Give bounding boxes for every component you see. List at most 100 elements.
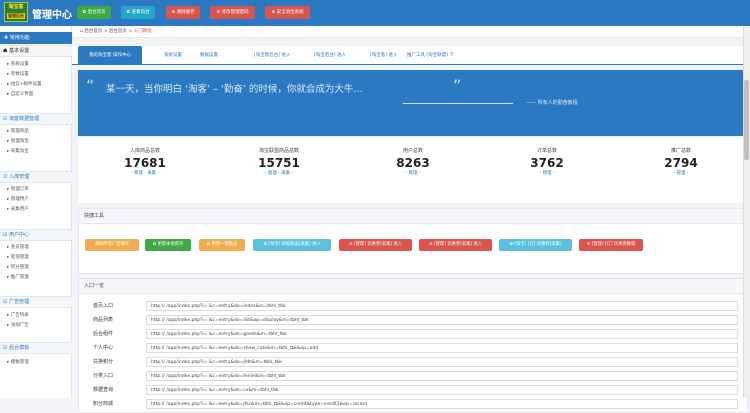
entry-url-field[interactable]: http:// /app/index.php?i= &c=entry&do=li…: [146, 315, 738, 325]
entry-row: 首页入口 http:// /app/index.php?i= &c=entry&d…: [79, 299, 747, 313]
entry-url-field[interactable]: http:// /app/index.php?i= &c=entry&do=go…: [146, 329, 738, 339]
logo-line1: 淘宝客: [8, 4, 24, 10]
sidebar-item[interactable]: ▸ 积分管理: [0, 263, 72, 273]
breadcrumb-middle[interactable]: 后台首页: [109, 29, 127, 34]
sidebar-group-basic[interactable]: ☗ 基本设置: [0, 45, 72, 57]
change-password-button[interactable]: ⊗ 修改管理密码: [210, 6, 255, 19]
stat-link[interactable]: - 管理 · 采集 -: [212, 170, 346, 177]
sidebar-item[interactable]: ▸ 模板管理: [0, 358, 72, 368]
site-logo[interactable]: 淘宝客 管理后台: [4, 2, 28, 22]
sidebar-item[interactable]: ▸ 添加广告: [0, 321, 72, 331]
entry-url-field[interactable]: http:// /app/index.php?i= &c=entry&do=in…: [146, 301, 738, 311]
sidebar-item[interactable]: ▸ 管理淘宝: [0, 137, 72, 147]
entry-label: 个人中心: [93, 345, 114, 351]
tool-button[interactable]: ✿ 更新一键推送: [199, 239, 245, 251]
entry-url-field[interactable]: http:// /app/index.php?i= &c=entry&do=cx…: [146, 385, 738, 395]
entry-label: 兑换积分: [93, 359, 114, 365]
sidebar-item[interactable]: ▸ 管理用户: [0, 195, 72, 205]
tab-promo-tools[interactable]: 推广工具 [淘宝联盟] 下: [407, 46, 454, 65]
stat-card: 淘宝联盟商品总数 15751 - 管理 · 采集 -: [212, 148, 346, 177]
sidebar-item[interactable]: ▸ 短信+邮件设置: [0, 80, 72, 90]
entry-label: 积分商城: [93, 401, 114, 407]
sidebar-group-ads[interactable]: ☑ 广告管理: [0, 296, 72, 308]
stat-link[interactable]: - 管理 · 采集 -: [78, 170, 212, 177]
breadcrumb-current: 入门教程: [133, 29, 152, 34]
sidebar: ✚ 常用功能 ☗ 基本设置 ▸ 系统设置 ▸ 参数设置 ▸ 短信+邮件设置 ▸ …: [0, 26, 72, 398]
breadcrumb-home[interactable]: ⌂ 后台首页: [80, 29, 102, 34]
sidebar-header: ✚ 常用功能: [0, 32, 72, 44]
sidebar-item[interactable]: ▸ 系统设置: [0, 60, 72, 70]
stat-link[interactable]: - 管理 -: [614, 170, 748, 177]
stat-label: 用户总数: [402, 148, 423, 154]
tool-button[interactable]: ✿ [淘宝] 获取商品[采集] 进入: [253, 239, 331, 251]
scrollbar-thumb[interactable]: [744, 80, 749, 160]
entry-label: 分类入口: [93, 373, 114, 379]
tab-system-settings[interactable]: 系统设置: [164, 46, 182, 65]
sidebar-item[interactable]: ▸ 管理商品: [0, 127, 72, 137]
sidebar-group-templates[interactable]: ☑ 后台模板: [0, 342, 72, 354]
tool-button[interactable]: ✿ 更新本地库存: [145, 239, 191, 251]
entry-url-field[interactable]: http:// /app/index.php?i= &c=entry&do=jf…: [146, 399, 738, 409]
sidebar-item[interactable]: ▸ 自定义界面: [0, 90, 72, 100]
stat-link[interactable]: - 管理 -: [480, 170, 614, 177]
sidebar-item[interactable]: ▸ 采集淘宝: [0, 147, 72, 157]
motto-banner: “ 某一天，当你明白 ‘淘客’ – ‘勤奋’ 的时候，你就会成为大牛... ” …: [78, 70, 748, 136]
tool-button[interactable]: ✿ [淘宝] [订] 优惠券[采集]: [499, 239, 572, 251]
sidebar-item[interactable]: ▸ 参数设置: [0, 70, 72, 80]
tool-button[interactable]: ⊗ [管理] 优惠券[采集] 进入: [419, 239, 492, 251]
entry-list-title: 入口一览: [79, 279, 747, 294]
stat-label: 淘宝联盟商品总数: [258, 148, 299, 154]
quick-tools-title: 快捷工具: [79, 209, 747, 224]
stats-panel: 入库商品总数 17681 - 管理 · 采集 - 淘宝联盟商品总数 15751 …: [78, 138, 748, 203]
sidebar-item[interactable]: ▸ 提现管理: [0, 253, 72, 263]
tool-button[interactable]: 清除所有广告缓存: [85, 239, 139, 251]
entry-label: 商品列表: [93, 317, 114, 323]
entry-url-field[interactable]: http:// /app/index.php?i= &c=entry&do=sh…: [146, 343, 738, 353]
tab-taoke-enter[interactable]: [淘宝客] 进入: [370, 46, 397, 65]
entry-url-field[interactable]: http:// /app/index.php?i= &c=entry&do=fe…: [146, 371, 738, 381]
entry-row: 商品列表 http:// /app/index.php?i= &c=entry&d…: [79, 313, 747, 327]
tab-taobao-backend[interactable]: [淘宝后台] 进入: [314, 46, 346, 65]
tab-data-settings[interactable]: 数据设置: [200, 46, 218, 65]
entry-row: 个人中心 http:// /app/index.php?i= &c=entry&d…: [79, 341, 747, 355]
stat-card: 推广总数 2794 - 管理 -: [614, 148, 748, 177]
stat-card: 入库商品总数 17681 - 管理 · 采集 -: [78, 148, 212, 177]
entry-row: 积分商城 http:// /app/index.php?i= &c=entry&d…: [79, 397, 747, 411]
entry-row: 后台组件 http:// /app/index.php?i= &c=entry&d…: [79, 327, 747, 341]
motto-author: —— 所有人的勤奋教程: [526, 100, 578, 106]
entry-url-field[interactable]: http:// /app/index.php?i= &c=entry&do=jf…: [146, 357, 738, 367]
sidebar-item[interactable]: ▸ 管理订单: [0, 185, 72, 195]
stat-card: 用户总数 8263 - 管理 -: [346, 148, 480, 177]
quick-tools-panel: 快捷工具 清除所有广告缓存 ✿ 更新本地库存 ✿ 更新一键推送 ✿ [淘宝] 获…: [78, 208, 748, 274]
view-frontend-button[interactable]: ✿ 查看前台: [121, 6, 155, 19]
home-button[interactable]: ✿ 后台首页: [77, 6, 111, 19]
stat-value: 3762: [530, 156, 564, 170]
clear-cache-button[interactable]: ⊗ 清除缓存: [166, 6, 200, 19]
entry-row: 分类入口 http:// /app/index.php?i= &c=entry&d…: [79, 369, 747, 383]
entry-list-panel: 入口一览 首页入口 http:// /app/index.php?i= &c=en…: [78, 278, 748, 413]
sidebar-group-taoke-data[interactable]: ☑ 淘客数据管理: [0, 113, 72, 125]
entry-row: 兑换积分 http:// /app/index.php?i= &c=entry&d…: [79, 355, 747, 369]
stat-link[interactable]: - 管理 -: [346, 170, 480, 177]
sidebar-item[interactable]: ▸ 推广管理: [0, 273, 72, 283]
stat-label: 入库商品总数: [129, 148, 160, 154]
stat-value: 15751: [258, 156, 300, 170]
tab-operation-center[interactable]: 我的淘宝客 操作中心: [78, 46, 142, 65]
app-title: 管理中心: [32, 10, 72, 21]
motto-text: 某一天，当你明白 ‘淘客’ – ‘勤奋’ 的时候，你就会成为大牛...: [106, 84, 363, 95]
tool-button[interactable]: ⊗ [管理] [订] 优惠券数据: [579, 239, 643, 251]
sidebar-group-storage[interactable]: ☑ 入库管理: [0, 171, 72, 183]
stat-value: 2794: [664, 156, 698, 170]
sidebar-item[interactable]: ▸ 广告列表: [0, 311, 72, 321]
tab-taoke-backend[interactable]: [淘宝客后台] 进入: [254, 46, 290, 65]
sidebar-group-users[interactable]: ☑ 用户中心: [0, 229, 72, 241]
entry-label: 后台组件: [93, 331, 114, 337]
sidebar-item[interactable]: ▸ 会员管理: [0, 243, 72, 253]
entry-row: 数据查询 http:// /app/index.php?i= &c=entry&d…: [79, 383, 747, 397]
tool-button[interactable]: ⊗ [管理] 优惠券[采集] 进入: [339, 239, 412, 251]
entry-label: 首页入口: [93, 303, 114, 309]
logout-button[interactable]: ⊗ 安全退出系统: [265, 6, 310, 19]
stat-card: 订单总数 3762 - 管理 -: [480, 148, 614, 177]
stat-value: 8263: [396, 156, 430, 170]
sidebar-item[interactable]: ▸ 采集用户: [0, 205, 72, 215]
